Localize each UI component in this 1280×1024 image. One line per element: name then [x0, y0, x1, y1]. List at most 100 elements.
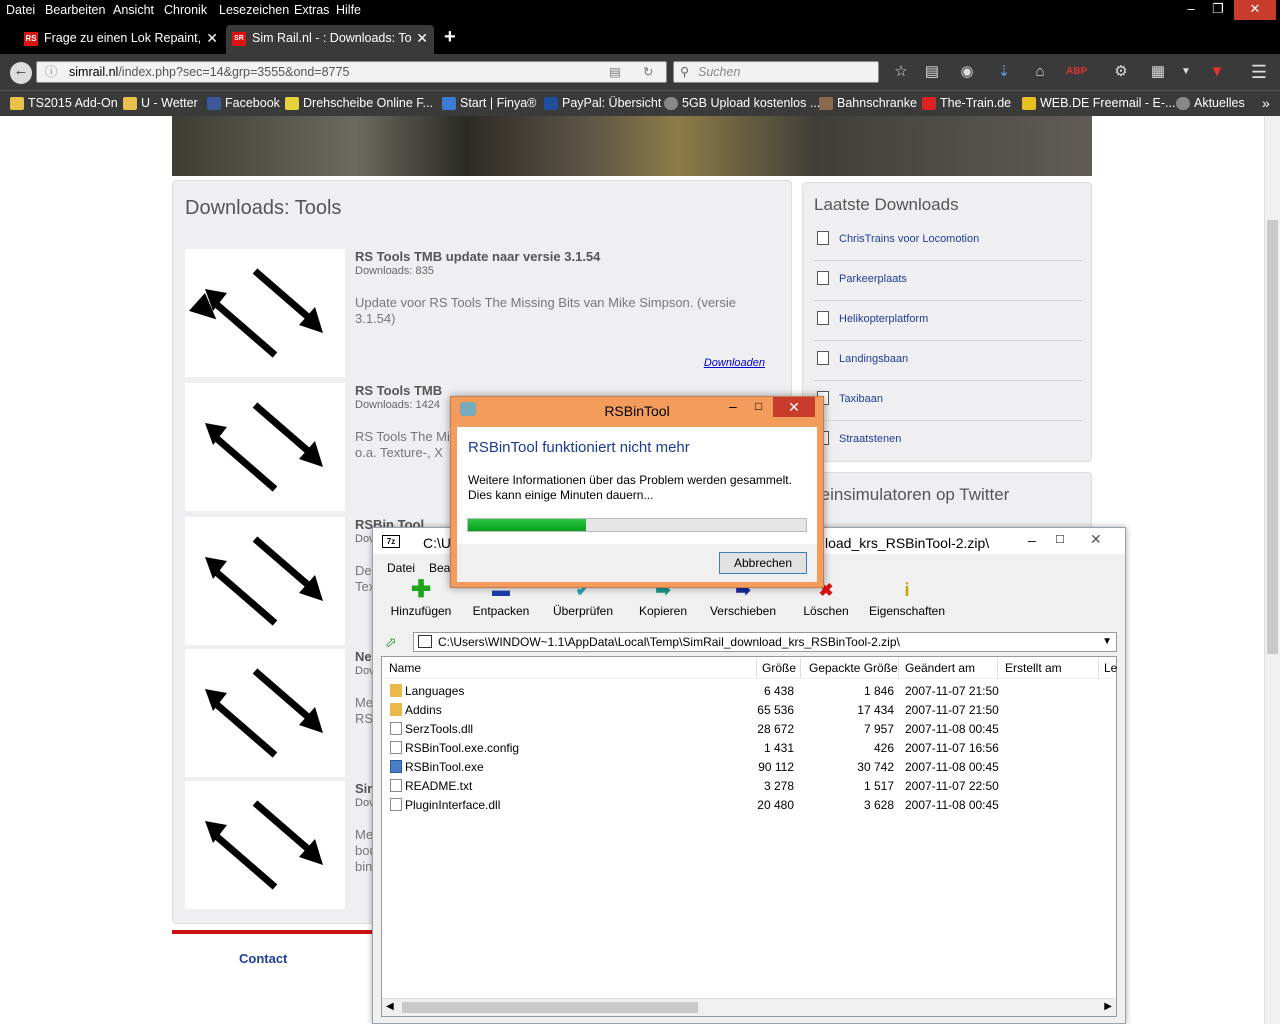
search-input[interactable]: ⚲ Suchen [673, 61, 879, 83]
extension-icon[interactable]: ⚙ [1111, 63, 1131, 81]
bookmarks-list-icon[interactable]: ▤ [922, 63, 942, 81]
config-file-icon [390, 741, 402, 754]
bookmark-star-icon[interactable]: ☆ [891, 63, 911, 81]
menu-extras[interactable]: Extras [294, 3, 329, 17]
bookmark-upload[interactable]: 5GB Upload kostenlos ... [664, 96, 820, 110]
menu-ansicht[interactable]: Ansicht [113, 3, 154, 17]
col-created[interactable]: Erstellt am [1005, 661, 1062, 675]
table-row[interactable]: SerzTools.dll 28 672 7 957 2007-11-08 00:45 [382, 719, 1116, 738]
transfer-arrows-icon[interactable] [185, 383, 345, 511]
maximize-icon[interactable]: □ [1056, 531, 1064, 546]
bookmark-bahnschranke[interactable]: Bahnschranke [819, 96, 917, 110]
path-input[interactable]: C:\Users\WINDOW~1.1\AppData\Local\Temp\S… [413, 632, 1117, 652]
menu-chronik[interactable]: Chronik [164, 3, 207, 17]
latest-item[interactable]: Parkeerplaats [815, 261, 1081, 301]
scrollbar-thumb[interactable] [1267, 220, 1278, 654]
bookmark-ts2015[interactable]: TS2015 Add-On [10, 96, 118, 110]
minimize-icon[interactable]: – [1028, 532, 1036, 548]
tab-frage[interactable]: RS Frage zu einen Lok Repaint, ✕ [18, 25, 224, 54]
bookmark-finya[interactable]: Start | Finya® [442, 96, 536, 110]
home-icon[interactable]: ⌂ [1030, 63, 1050, 81]
chevron-down-icon[interactable]: ▼ [1102, 633, 1112, 651]
page-scrollbar[interactable] [1264, 116, 1280, 1024]
transfer-arrows-icon[interactable] [185, 781, 345, 909]
transfer-arrows-icon[interactable] [185, 649, 345, 777]
menu-datei[interactable]: Datei [387, 561, 415, 575]
table-row[interactable]: README.txt 3 278 1 517 2007-11-07 22:50 [382, 776, 1116, 795]
menu-bearbeiten[interactable]: Bea [429, 561, 450, 575]
menu-bearbeiten[interactable]: Bearbeiten [45, 3, 105, 17]
folder-up-icon[interactable]: ⬀ [385, 634, 403, 650]
download-icon[interactable]: ⇣ [994, 63, 1014, 81]
latest-item[interactable]: Straatstenen [815, 421, 1081, 461]
item-title[interactable]: Sir [355, 781, 372, 796]
bookmarks-toolbar: TS2015 Add-On U - Wetter Facebook Drehsc… [0, 90, 1280, 116]
latest-downloads-panel: Laatste Downloads ChrisTrains voor Locom… [802, 182, 1092, 462]
table-row[interactable]: PluginInterface.dll 20 480 3 628 2007-11-08… [382, 795, 1116, 814]
adblock-icon[interactable]: ABP [1066, 63, 1087, 81]
col-modified[interactable]: Geändert am [905, 661, 975, 675]
horizontal-scrollbar[interactable]: ◀ ▶ [382, 998, 1116, 1016]
properties-button[interactable]: i Eigenschaften [867, 580, 947, 628]
bookmark-facebook[interactable]: Facebook [207, 96, 280, 110]
close-icon[interactable]: ✕ [773, 397, 815, 417]
transfer-arrows-icon[interactable] [185, 249, 345, 377]
latest-item[interactable]: Taxibaan [815, 381, 1081, 421]
tab-close-icon[interactable]: ✕ [206, 25, 218, 52]
reload-icon[interactable]: ↻ [643, 62, 653, 82]
drehscheibe-icon [285, 97, 299, 110]
list-header: Name Größe Gepackte Größe Geändert am Er… [382, 657, 1117, 679]
pocket-icon[interactable]: ◉ [957, 63, 977, 81]
url-bar[interactable]: ⓘ simrail.nl/index.php?sec=14&grp=3555&o… [36, 61, 667, 83]
dll-file-icon [390, 798, 402, 811]
bookmarks-overflow-icon[interactable]: » [1262, 95, 1270, 111]
item-title[interactable]: Ne [355, 649, 372, 664]
tab-close-icon[interactable]: ✕ [416, 25, 428, 52]
table-row[interactable]: RSBinTool.exe.config 1 431 426 2007-11-07 1… [382, 738, 1116, 757]
bookmark-aktuelles[interactable]: Aktuelles [1176, 96, 1245, 110]
cancel-button[interactable]: Abbrechen [719, 552, 807, 574]
download-link[interactable]: Downloaden [704, 357, 765, 369]
scroll-right-icon[interactable]: ▶ [1104, 1001, 1112, 1012]
maximize-icon[interactable]: ❐ [1199, 0, 1237, 20]
bookmark-wetter[interactable]: U - Wetter [123, 96, 198, 110]
menu-lesezeichen[interactable]: Lesezeichen [219, 3, 289, 17]
menu-hilfe[interactable]: Hilfe [336, 3, 361, 17]
hamburger-menu-icon[interactable]: ☰ [1249, 63, 1269, 81]
latest-item[interactable]: Landingsbaan [815, 341, 1081, 381]
bookmark-webde[interactable]: WEB.DE Freemail - E-... [1022, 96, 1175, 110]
add-button[interactable]: ✚ Hinzufügen [385, 578, 457, 628]
table-row[interactable]: Addins 65 536 17 434 2007-11-07 21:50 [382, 700, 1116, 719]
menu-datei[interactable]: Datei [6, 3, 35, 17]
scroll-left-icon[interactable]: ◀ [386, 1001, 394, 1012]
table-row[interactable]: RSBinTool.exe 90 112 30 742 2007-11-08 00:4… [382, 757, 1116, 776]
table-row[interactable]: Languages 6 438 1 846 2007-11-07 21:50 [382, 681, 1116, 700]
col-size[interactable]: Größe [762, 661, 796, 675]
contact-link[interactable]: Contact [239, 951, 287, 966]
tab-simrail[interactable]: SR Sim Rail.nl - : Downloads: To ✕ [226, 25, 434, 54]
clipboard-icon[interactable]: ▦ [1148, 63, 1168, 81]
bookmark-paypal[interactable]: PayPal: Übersicht [544, 96, 661, 110]
info-icon[interactable]: ⓘ [45, 62, 58, 82]
error-dialog: RSBinTool – □ ✕ RSBinTool funktioniert n… [450, 396, 824, 588]
minimize-icon[interactable]: – [729, 398, 737, 414]
bookmark-drehscheibe[interactable]: Drehscheibe Online F... [285, 96, 433, 110]
back-icon[interactable]: ← [10, 62, 32, 84]
latest-item[interactable]: Helikopterplatform [815, 301, 1081, 341]
close-icon[interactable]: ✕ [1234, 0, 1276, 20]
transfer-arrows-icon[interactable] [185, 517, 345, 645]
col-more[interactable]: Le [1104, 661, 1117, 675]
dropdown-icon[interactable]: ▼ [1176, 63, 1196, 81]
maximize-icon[interactable]: □ [755, 399, 762, 413]
shield-icon[interactable]: ▼ [1207, 63, 1227, 81]
latest-item[interactable]: ChrisTrains voor Locomotion [815, 221, 1081, 261]
reader-view-icon[interactable]: ▤ [609, 62, 621, 82]
close-icon[interactable]: ✕ [1090, 531, 1102, 548]
item-title[interactable]: RS Tools TMB [355, 383, 442, 398]
col-packed[interactable]: Gepackte Größe [809, 661, 898, 675]
new-tab-button[interactable]: + [444, 26, 456, 49]
col-name[interactable]: Name [389, 661, 421, 675]
item-title[interactable]: RS Tools TMB update naar versie 3.1.54 [355, 249, 600, 264]
scrollbar-thumb[interactable] [402, 1002, 698, 1013]
bookmark-thetrain[interactable]: The-Train.de [922, 96, 1011, 110]
